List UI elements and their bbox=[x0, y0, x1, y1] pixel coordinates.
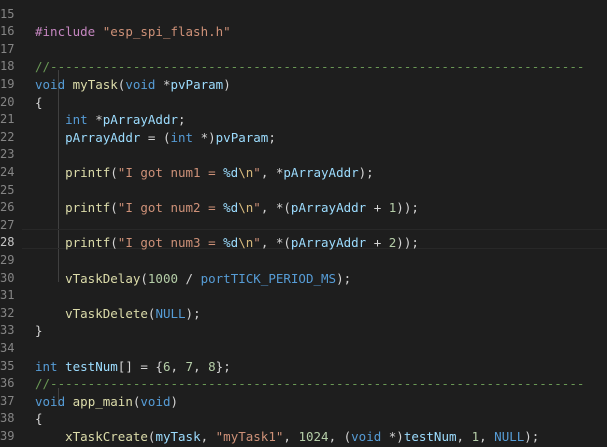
code-line-23[interactable]: 23 printf("I got num1 = %d\n", *pArrayAd… bbox=[0, 129, 607, 180]
code-line-37[interactable]: 37 { bbox=[0, 375, 607, 427]
line-number: 34 bbox=[0, 340, 15, 355]
code-line-22[interactable]: 22 bbox=[0, 111, 607, 144]
line-number: 30 bbox=[0, 270, 15, 285]
line-number: 31 bbox=[0, 288, 15, 303]
code-line-38[interactable]: 38 xTaskCreate(myTask, "myTask1", 1024, … bbox=[0, 393, 607, 444]
code-line-30[interactable]: 30 bbox=[0, 252, 607, 285]
line-number: 39 bbox=[0, 428, 15, 443]
code-line-18[interactable]: 18 void myTask(void *pvParam) bbox=[0, 41, 607, 92]
code-line-33[interactable]: 33 bbox=[0, 305, 607, 337]
line-number: 29 bbox=[0, 252, 15, 267]
line-number: 22 bbox=[0, 129, 15, 144]
line-number: 35 bbox=[0, 358, 15, 373]
line-number: 26 bbox=[0, 200, 15, 215]
code-line-25[interactable]: 25 printf("I got num2 = %d\n", *(pArrayA… bbox=[0, 164, 607, 216]
code-line-32[interactable]: 32 } bbox=[0, 287, 607, 339]
code-line-35[interactable]: 35 //-----------------------------------… bbox=[0, 340, 607, 392]
code-line-36[interactable]: 36 void app_main(void) bbox=[0, 358, 607, 409]
code-line-24[interactable]: 24 bbox=[0, 146, 607, 179]
code-line-21[interactable]: 21 pArrayAddr = (int *)pvParam; bbox=[0, 94, 607, 145]
code-line-31[interactable]: 31 vTaskDelete(NULL); bbox=[0, 270, 607, 321]
line-number: 37 bbox=[0, 393, 15, 408]
line-number: 19 bbox=[0, 76, 15, 91]
line-number: 21 bbox=[0, 112, 15, 127]
line-number: 27 bbox=[0, 217, 15, 232]
line-number: 38 bbox=[0, 411, 15, 426]
line-number: 20 bbox=[0, 94, 15, 109]
line-number: 36 bbox=[0, 376, 15, 391]
code-line-16[interactable]: 16 bbox=[0, 6, 607, 38]
line-number: 23 bbox=[0, 147, 15, 162]
line-number: 17 bbox=[0, 41, 15, 56]
code-line-17[interactable]: 17 //-----------------------------------… bbox=[0, 23, 607, 75]
code-editor[interactable]: 15 #include "esp_spi_flash.h" 16 17 //--… bbox=[0, 0, 607, 447]
code-line-39[interactable]: 39 } bbox=[0, 410, 607, 447]
line-number: 24 bbox=[0, 164, 15, 179]
code-line-40[interactable]: 40 bbox=[0, 428, 607, 447]
code-line-20[interactable]: 20 int *pArrayAddr; bbox=[0, 76, 607, 128]
code-line-27[interactable]: 27 printf("I got num3 = %d\n", *(pArrayA… bbox=[0, 199, 607, 251]
code-line-26[interactable]: 26 bbox=[0, 182, 607, 214]
line-number: 33 bbox=[0, 323, 15, 338]
line-number: 15 bbox=[0, 6, 15, 21]
code-line-29[interactable]: 29 vTaskDelay(1000 / portTICK_PERIOD_MS)… bbox=[0, 234, 607, 286]
line-number: 32 bbox=[0, 305, 15, 320]
code-line-34[interactable]: 34 int testNum[] = {6, 7, 8}; bbox=[0, 322, 607, 374]
line-number-active: 28 bbox=[0, 235, 15, 250]
code-line-19[interactable]: 19 { bbox=[0, 58, 607, 110]
line-number: 25 bbox=[0, 182, 15, 197]
code-area[interactable]: 15 #include "esp_spi_flash.h" 16 17 //--… bbox=[0, 0, 607, 447]
code-line-28[interactable]: 28 bbox=[0, 217, 607, 249]
line-number: 16 bbox=[0, 24, 15, 39]
line-number: 18 bbox=[0, 59, 15, 74]
